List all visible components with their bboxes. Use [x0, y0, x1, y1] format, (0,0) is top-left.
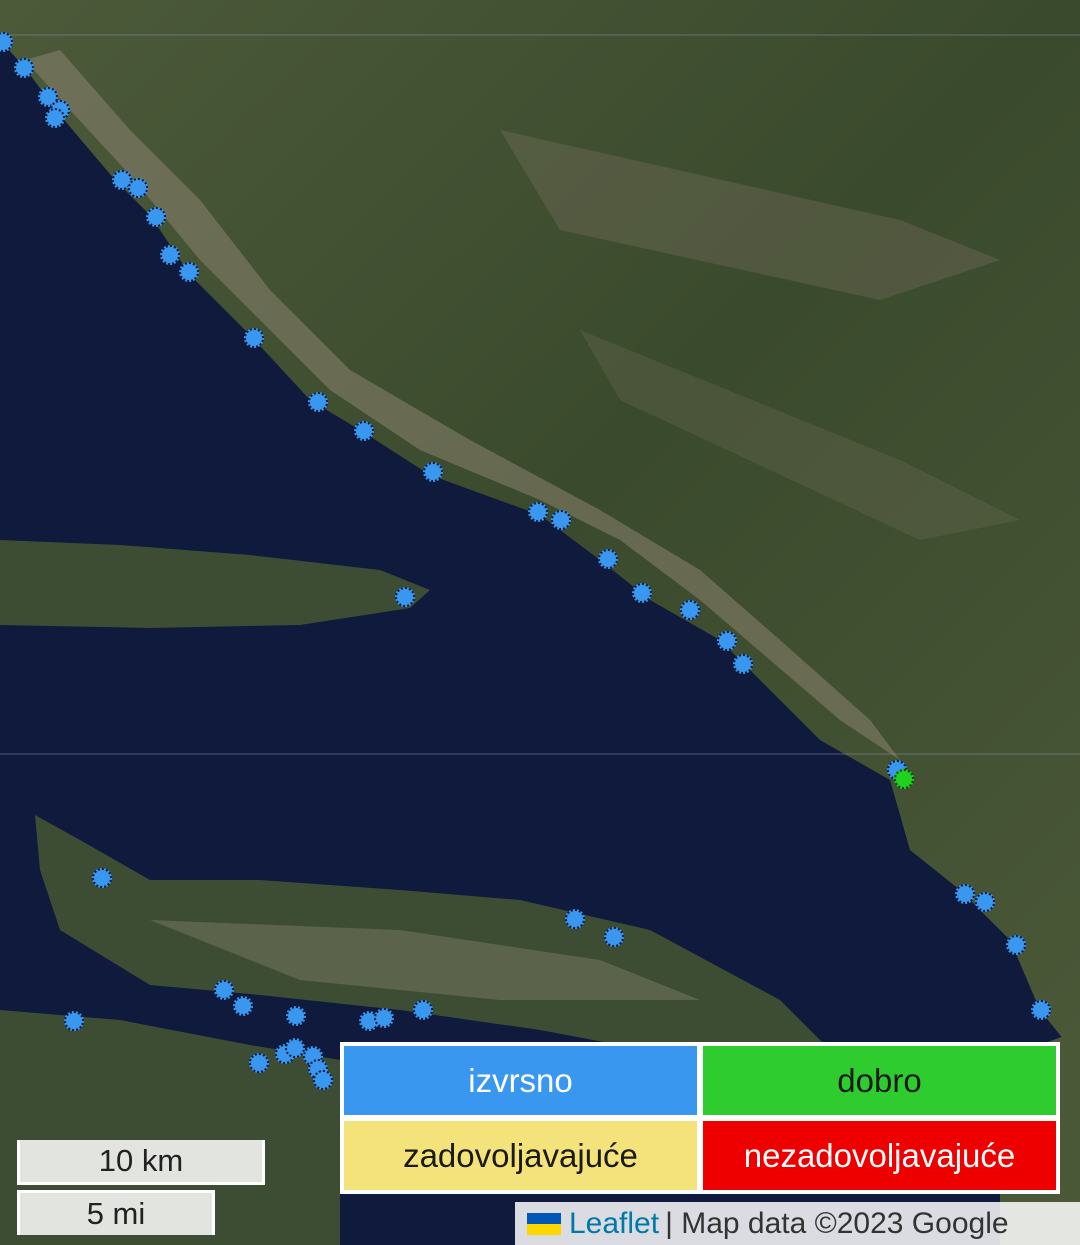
legend-sufficient: zadovoljavajuće — [344, 1121, 697, 1190]
beach-marker-excellent[interactable] — [413, 1000, 433, 1020]
beach-marker-excellent[interactable] — [395, 587, 415, 607]
beach-marker-excellent[interactable] — [146, 207, 166, 227]
beach-marker-excellent[interactable] — [1006, 935, 1026, 955]
beach-marker-excellent[interactable] — [14, 58, 34, 78]
beach-marker-excellent[interactable] — [528, 502, 548, 522]
beach-marker-excellent[interactable] — [423, 462, 443, 482]
beach-marker-excellent[interactable] — [92, 868, 112, 888]
beach-marker-excellent[interactable] — [313, 1070, 333, 1090]
legend-excellent: izvrsno — [344, 1046, 697, 1115]
ukraine-flag-icon — [527, 1212, 561, 1235]
beach-marker-excellent[interactable] — [354, 421, 374, 441]
beach-marker-excellent[interactable] — [717, 631, 737, 651]
beach-marker-excellent[interactable] — [45, 108, 65, 128]
beach-marker-excellent[interactable] — [975, 892, 995, 912]
beach-marker-excellent[interactable] — [374, 1008, 394, 1028]
beach-marker-excellent[interactable] — [249, 1053, 269, 1073]
beach-marker-excellent[interactable] — [1031, 1000, 1051, 1020]
beach-marker-excellent[interactable] — [179, 262, 199, 282]
scale-bar-mi: 5 mi — [17, 1190, 215, 1235]
beach-marker-excellent[interactable] — [214, 980, 234, 1000]
beach-marker-excellent[interactable] — [286, 1006, 306, 1026]
legend: izvrsno dobro zadovoljavajuće nezadovolj… — [340, 1042, 1060, 1194]
beach-marker-excellent[interactable] — [233, 996, 253, 1016]
attribution: Leaflet | Map data ©2023 Google — [515, 1202, 1080, 1245]
beach-marker-excellent[interactable] — [632, 583, 652, 603]
scale-bar-km: 10 km — [17, 1140, 265, 1185]
beach-marker-good[interactable] — [894, 769, 914, 789]
beach-marker-excellent[interactable] — [244, 328, 264, 348]
beach-marker-excellent[interactable] — [598, 549, 618, 569]
attribution-text: | Map data ©2023 Google — [665, 1206, 1009, 1240]
beach-marker-excellent[interactable] — [565, 909, 585, 929]
beach-marker-excellent[interactable] — [955, 884, 975, 904]
leaflet-link[interactable]: Leaflet — [569, 1207, 659, 1241]
beach-marker-excellent[interactable] — [64, 1011, 84, 1031]
beach-marker-excellent[interactable] — [160, 245, 180, 265]
beach-marker-excellent[interactable] — [680, 600, 700, 620]
beach-marker-excellent[interactable] — [308, 392, 328, 412]
beach-marker-excellent[interactable] — [128, 178, 148, 198]
beach-marker-excellent[interactable] — [285, 1038, 305, 1058]
legend-good: dobro — [703, 1046, 1056, 1115]
legend-poor: nezadovoljavajuće — [703, 1121, 1056, 1190]
beach-marker-excellent[interactable] — [604, 927, 624, 947]
beach-marker-excellent[interactable] — [733, 654, 753, 674]
beach-marker-excellent[interactable] — [551, 510, 571, 530]
